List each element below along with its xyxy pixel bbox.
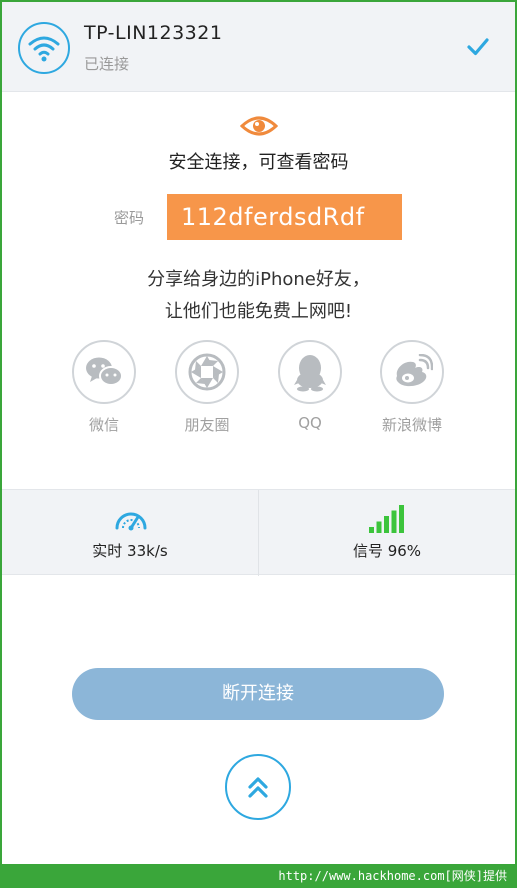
signal-stat: 信号 96% [259,490,515,576]
checkmark-icon [467,38,489,56]
disconnect-button[interactable]: 断开连接 [72,668,444,720]
share-moments-button[interactable]: 朋友圈 [167,340,247,435]
connection-status: 已连接 [84,55,130,73]
signal-strength-icon [369,505,404,533]
share-weibo-button[interactable]: 新浪微博 [372,340,452,435]
signal-text: 信号 96% [352,542,422,560]
share-label-qq: QQ [298,414,322,432]
speed-stat: 实时 33k/s [2,490,258,576]
signal-bar [376,521,382,533]
signal-bar [369,527,374,533]
secure-connection-title: 安全连接，可查看密码 [168,152,349,173]
expand-up-button[interactable] [225,754,291,820]
double-chevron-up-icon [248,777,268,798]
signal-bar [399,505,404,533]
moments-icon [175,340,239,404]
network-name: TP-LIN123321 [84,22,223,44]
password-value[interactable]: 112dferdsdRdf [167,194,402,240]
wechat-icon [72,340,136,404]
password-label: 密码 [114,209,145,227]
screen: TP-LIN123321 已连接 安全连接，可查看密码 密码 112dferds… [2,2,515,864]
share-label-moments: 朋友圈 [184,416,230,434]
network-header[interactable]: TP-LIN123321 已连接 [2,2,515,92]
stats-panel: 实时 33k/s 信号 96% [2,489,515,576]
share-label-weibo: 新浪微博 [381,416,442,434]
watermark-text: http://www.hackhome.com[网侠]提供 [278,869,507,883]
share-qq-button[interactable]: QQ [270,340,350,432]
share-wechat-button[interactable]: 微信 [64,340,144,435]
share-label-wechat: 微信 [88,416,119,434]
qq-icon [278,340,342,404]
weibo-icon [380,340,444,404]
speed-text: 实时 33k/s [92,542,168,560]
share-prompt-line1: 分享给身边的iPhone好友， [147,269,370,290]
share-prompt-line2: 让他们也能免费上网吧! [164,301,353,322]
signal-bar [391,510,397,533]
wifi-icon [18,22,70,74]
eye-icon[interactable] [240,113,278,139]
signal-bar [384,516,389,533]
share-prompt: 分享给身边的iPhone好友， 让他们也能免费上网吧! [2,264,515,328]
speedometer-icon [115,512,147,531]
